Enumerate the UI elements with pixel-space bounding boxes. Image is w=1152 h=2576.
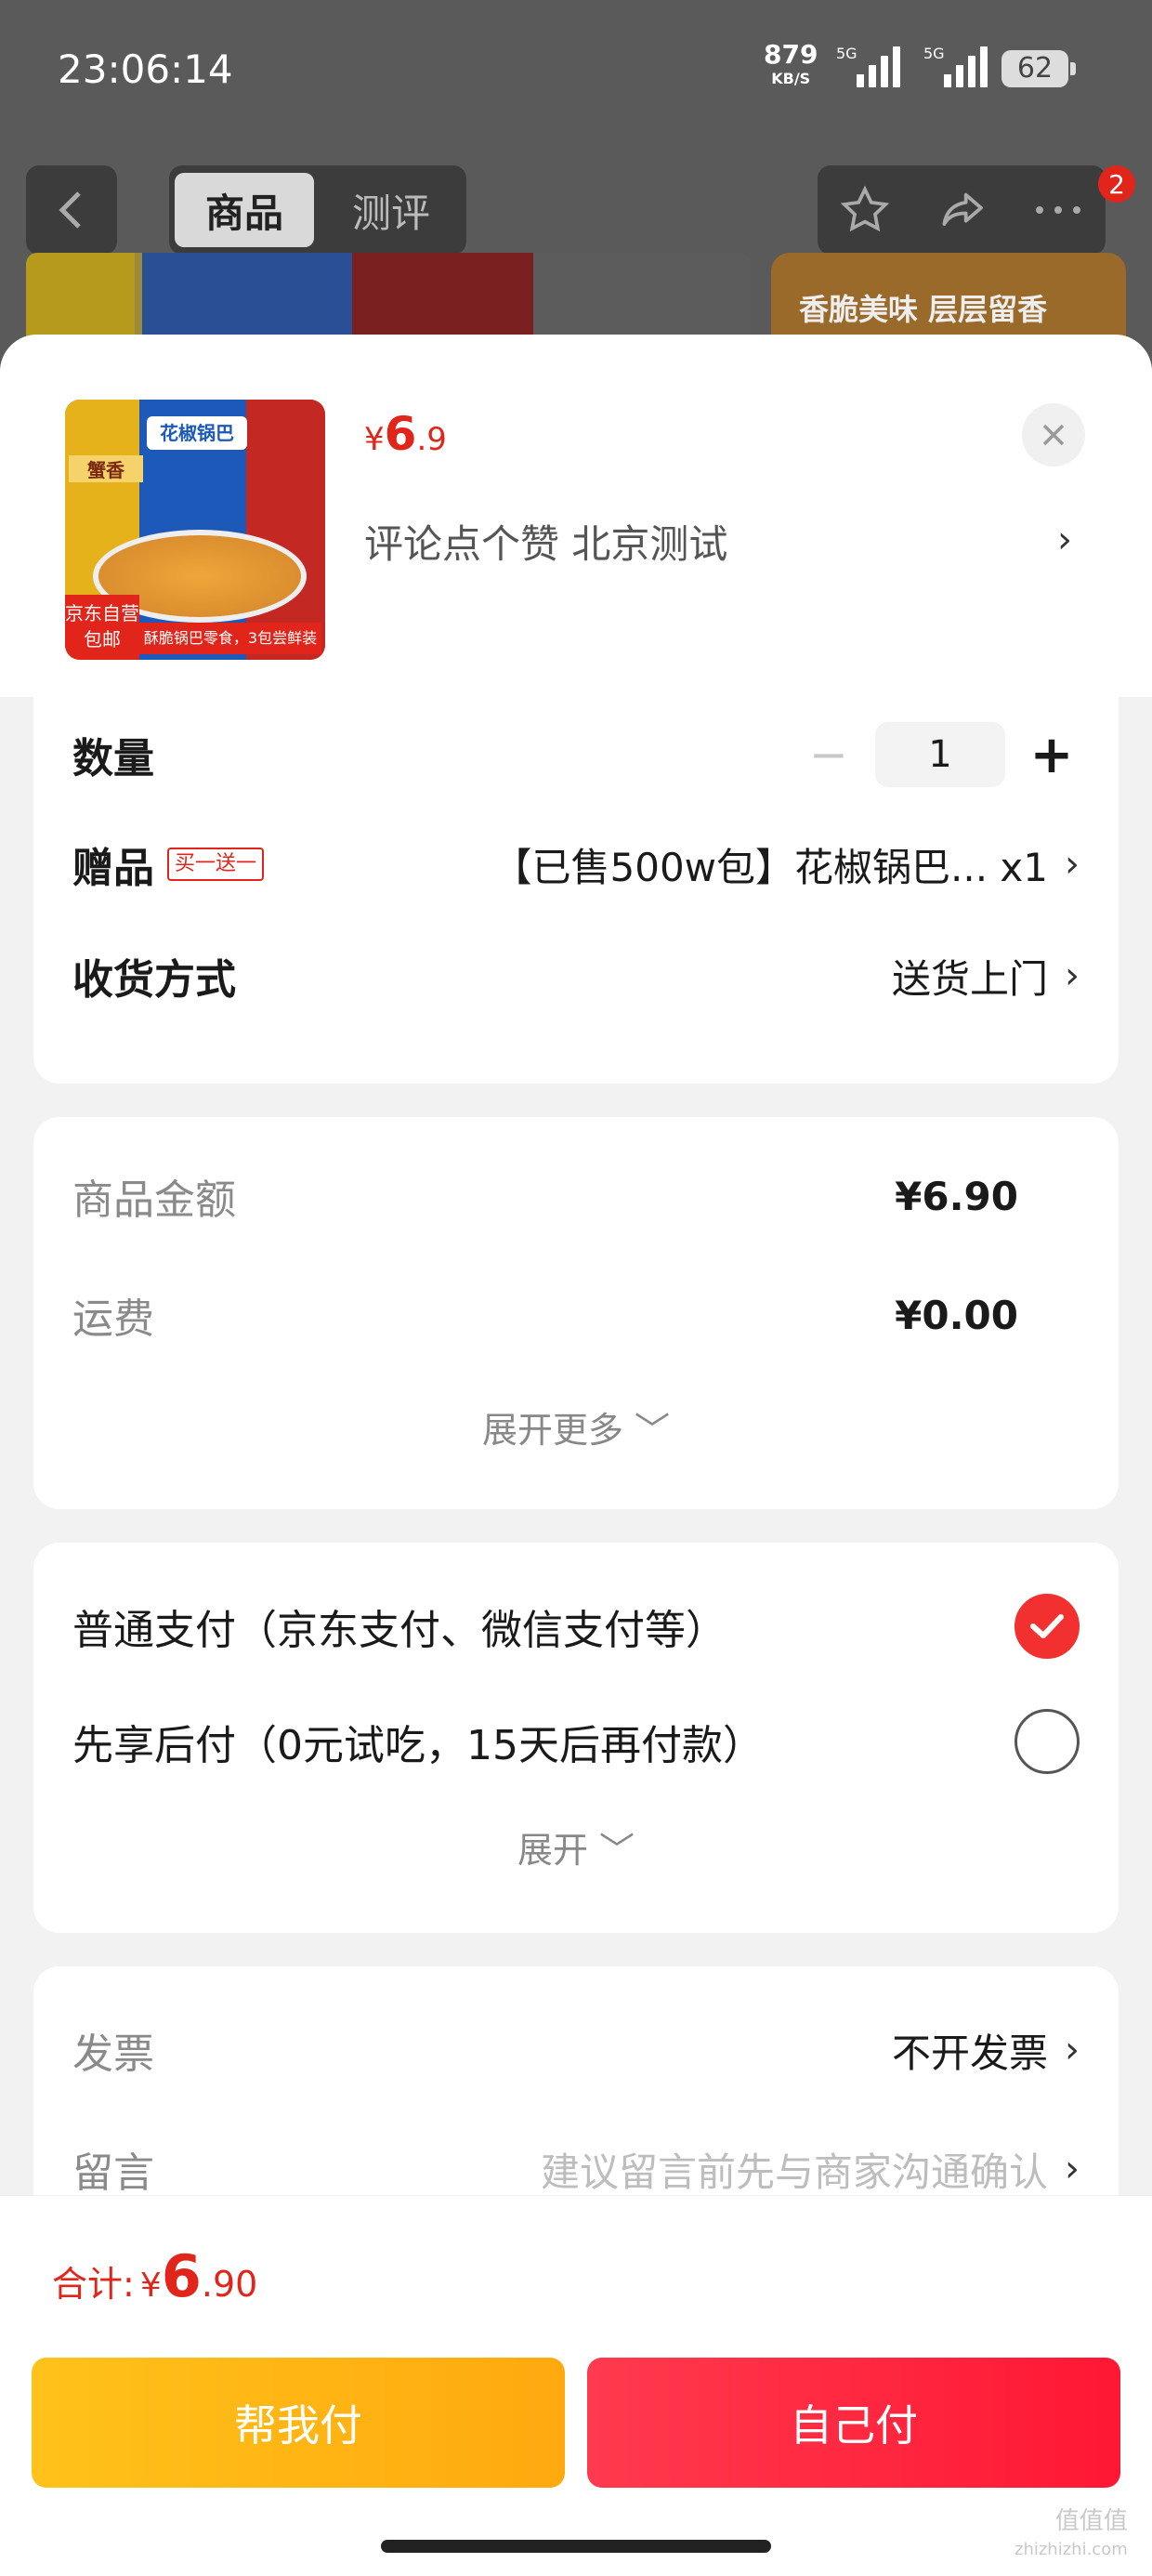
status-time: 23:06:14 — [58, 46, 233, 92]
quantity-input[interactable]: 1 — [875, 722, 1005, 787]
gift-row[interactable]: 赠品 买一送一 【已售500w包】花椒锅巴... x1 › — [72, 827, 1080, 901]
product-price: ¥6.9 — [364, 407, 447, 461]
total-price: 合计: ¥6.90 — [52, 2242, 258, 2310]
close-icon — [1042, 424, 1065, 446]
payment-card: 普通支付（京东支付、微信支付等） 先享后付（0元试吃，15天后再付款） 展开 ﹀ — [33, 1543, 1119, 1933]
gift-tag: 买一送一 — [167, 848, 265, 881]
chevron-left-icon — [59, 191, 81, 229]
quantity-stepper: − 1 + — [801, 722, 1080, 787]
battery-icon: 62 — [1001, 50, 1076, 87]
radio-checked[interactable] — [1015, 1594, 1080, 1659]
message-label: 留言 — [72, 2149, 154, 2197]
chevron-right-icon[interactable]: › — [1057, 519, 1072, 561]
thumb-footer: 酥脆锅巴零食，3包尝鲜装 — [139, 623, 321, 654]
shipping-row: 运费 ¥0.00 — [72, 1282, 1080, 1347]
tab-review[interactable]: 测评 — [321, 173, 461, 247]
signal-icon-2: 5G — [923, 45, 988, 87]
thumb-title: 花椒锅巴 — [147, 416, 247, 450]
nav-actions — [818, 165, 1106, 255]
star-icon[interactable] — [839, 184, 891, 236]
self-pay-button[interactable]: 自己付 — [587, 2358, 1120, 2488]
spec-selector[interactable]: 评论点个赞 北京测试 — [364, 513, 727, 570]
back-button[interactable] — [26, 165, 117, 255]
amount-card: 商品金额 ¥6.90 运费 ¥0.00 展开更多 ﹀ — [33, 1117, 1119, 1509]
background-page: 23:06:14 879 KB/S 5G 5G 62 商品 测评 2 香脆美味 层… — [0, 0, 1152, 372]
delivery-label: 收货方式 — [72, 956, 236, 1004]
invoice-label: 发票 — [72, 2031, 154, 2078]
sheet-header: 花椒锅巴 蟹香 京东自营 包邮 酥脆锅巴零食，3包尝鲜装 ¥6.9 评论点个赞 北… — [0, 335, 1152, 697]
message-input[interactable]: 建议留言前先与商家沟通确认 › — [541, 2141, 1080, 2198]
delivery-value: 送货上门 › — [891, 954, 1080, 1002]
share-icon[interactable] — [934, 184, 989, 236]
goods-amount-row: 商品金额 ¥6.90 — [72, 1163, 1080, 1229]
signal-icon: 5G — [836, 45, 900, 87]
chevron-right-icon: › — [1065, 843, 1080, 886]
goods-amount-value: ¥6.90 — [895, 1173, 1018, 1219]
chevron-right-icon: › — [1065, 954, 1080, 997]
gift-label: 赠品 — [72, 845, 154, 892]
chevron-right-icon: › — [1065, 2148, 1080, 2190]
goods-amount-label: 商品金额 — [72, 1176, 236, 1224]
shipping-value: ¥0.00 — [895, 1292, 1018, 1338]
increase-button[interactable]: + — [1024, 725, 1080, 785]
options-card: 数量 − 1 + 赠品 买一送一 【已售500w包】花椒锅巴... x1 › 收货… — [33, 697, 1119, 1084]
product-thumbnail: 花椒锅巴 蟹香 京东自营 包邮 酥脆锅巴零食，3包尝鲜装 — [65, 400, 325, 660]
watermark: 值值值 zhizhizhi.com — [1015, 2507, 1128, 2559]
expand-more-button[interactable]: 展开更多 ﹀ — [33, 1401, 1119, 1452]
payment-option-normal[interactable]: 普通支付（京东支付、微信支付等） — [72, 1589, 1080, 1663]
more-icon[interactable] — [1032, 201, 1084, 219]
expand-payment-button[interactable]: 展开 ﹀ — [33, 1821, 1119, 1873]
invoice-row[interactable]: 发票 不开发票 › — [72, 2013, 1080, 2087]
checkout-bar: 合计: ¥6.90 帮我付 自己付 值值值 zhizhizhi.com — [0, 2195, 1152, 2576]
decrease-button[interactable]: − — [801, 727, 857, 782]
radio-unchecked[interactable] — [1015, 1709, 1080, 1774]
close-button[interactable] — [1022, 403, 1085, 467]
help-pay-button[interactable]: 帮我付 — [32, 2358, 565, 2488]
network-speed: 879 KB/S — [764, 39, 818, 88]
home-indicator[interactable] — [381, 2540, 771, 2553]
payment-option-normal-label: 普通支付（京东支付、微信支付等） — [72, 1607, 727, 1654]
quantity-row: 数量 − 1 + — [72, 717, 1080, 792]
invoice-value: 不开发票 › — [891, 2029, 1080, 2076]
gift-value: 【已售500w包】花椒锅巴... x1 › — [492, 843, 1080, 890]
quantity-label: 数量 — [72, 735, 154, 782]
shipping-label: 运费 — [72, 1295, 154, 1343]
thumb-badge: 京东自营 包邮 — [65, 595, 139, 660]
notification-badge: 2 — [1098, 165, 1135, 203]
check-icon — [1030, 1614, 1064, 1638]
chevron-right-icon: › — [1065, 2029, 1080, 2071]
thumb-left-label: 蟹香 — [69, 455, 143, 482]
payment-option-later[interactable]: 先享后付（0元试吃，15天后再付款） — [72, 1704, 1080, 1779]
tab-goods[interactable]: 商品 — [175, 173, 314, 247]
payment-option-later-label: 先享后付（0元试吃，15天后再付款） — [72, 1722, 764, 1769]
delivery-row[interactable]: 收货方式 送货上门 › — [72, 939, 1080, 1013]
product-tabs: 商品 测评 — [169, 165, 466, 255]
